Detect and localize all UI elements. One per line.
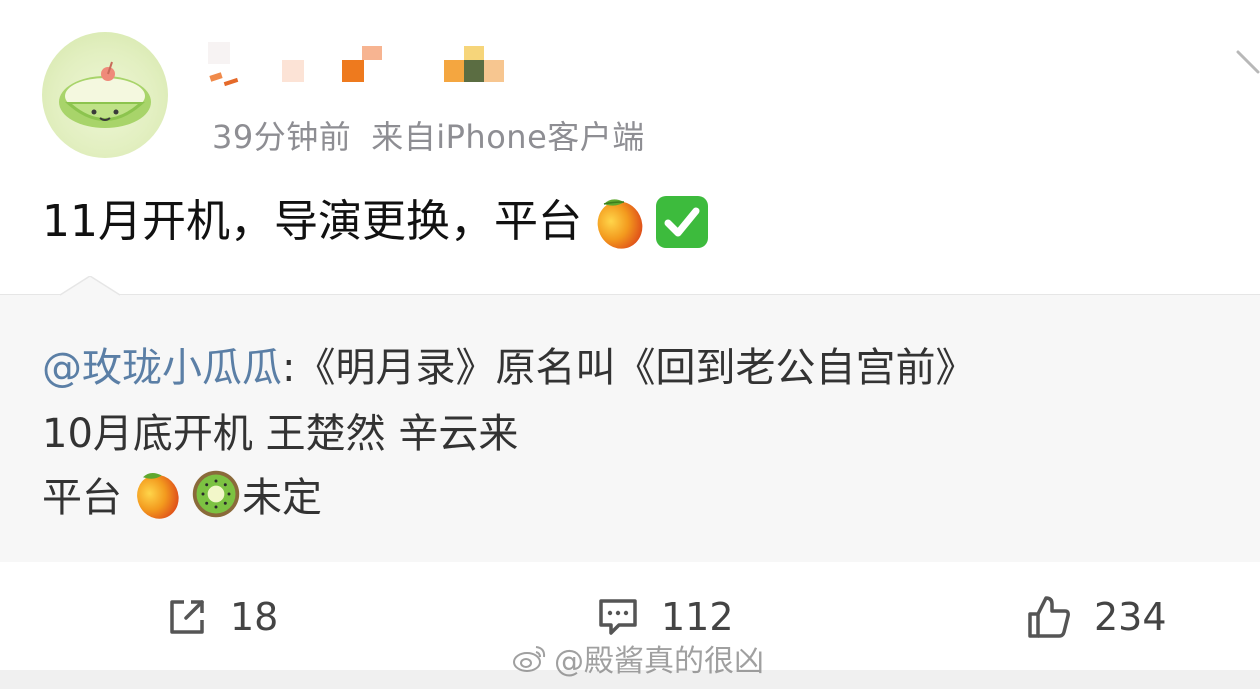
like-button[interactable]: 234: [1026, 592, 1167, 642]
post-body: 11月开机，导演更换，平台: [42, 190, 710, 254]
repost-line-2: 10月底开机 王楚然 辛云来: [42, 402, 518, 458]
repost-line-3-prefix: 平台: [42, 475, 122, 521]
comment-icon: [599, 599, 637, 635]
post-meta: 39分钟前 来自iPhone客户端: [212, 112, 645, 158]
check-mark-emoji-icon: [656, 196, 708, 248]
chevron-down-icon[interactable]: [1236, 50, 1260, 80]
weibo-post: 39分钟前 来自iPhone客户端 11月开机，导演更换，平台 @玫珑小瓜瓜:…: [0, 0, 1260, 689]
share-icon: [170, 600, 204, 634]
repost-notch: [60, 276, 120, 296]
post-timestamp: 39分钟前: [212, 118, 352, 156]
melon-avatar-icon: [59, 61, 151, 128]
repost-line-2-text: 10月底开机 王楚然 辛云来: [42, 411, 519, 457]
mango-emoji-icon: [137, 473, 179, 519]
repost-line-1: @玫珑小瓜瓜:《明月录》原名叫《回到老公自宫前》: [42, 336, 975, 392]
comment-count: 112: [661, 595, 734, 639]
repost-line-3: 平台 未定: [42, 466, 322, 522]
repost-line-3-suffix: 未定: [242, 475, 322, 521]
comment-button[interactable]: 112: [597, 592, 734, 642]
repost-author-mention[interactable]: @玫珑小瓜瓜: [42, 335, 282, 393]
kiwi-emoji-icon: [192, 470, 240, 518]
repost-line-1-text: :《明月录》原名叫《回到老公自宫前》: [282, 345, 976, 391]
mango-emoji-icon: [597, 199, 643, 249]
avatar[interactable]: [42, 32, 168, 158]
post-text: 11月开机，导演更换，平台: [42, 196, 582, 247]
like-count: 234: [1094, 595, 1167, 639]
watermark-text: @殿酱真的很凶: [554, 644, 764, 679]
weibo-watermark: @殿酱真的很凶: [512, 636, 764, 680]
username-redacted[interactable]: [200, 40, 520, 96]
weibo-logo-icon: [513, 646, 546, 672]
post-source[interactable]: 来自iPhone客户端: [371, 118, 645, 156]
repost-button[interactable]: 18: [166, 592, 278, 642]
repost-count: 18: [230, 595, 279, 639]
thumbs-up-icon: [1028, 596, 1070, 638]
